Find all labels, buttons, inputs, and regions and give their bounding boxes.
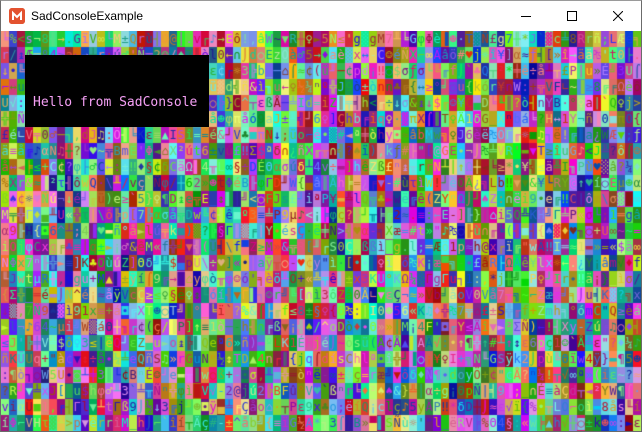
caption-buttons	[503, 1, 641, 31]
window-title: SadConsoleExample	[31, 9, 144, 23]
close-button[interactable]	[595, 1, 641, 31]
app-window: SadConsoleExample Hello from SadConsole	[0, 0, 642, 432]
maximize-icon	[567, 11, 577, 21]
maximize-button[interactable]	[549, 1, 595, 31]
monogame-icon[interactable]	[9, 8, 25, 24]
close-icon	[613, 11, 623, 21]
hello-text: Hello from SadConsole	[33, 95, 198, 110]
minimize-icon	[521, 16, 531, 17]
title-bar[interactable]: SadConsoleExample	[1, 1, 641, 31]
hello-console-panel	[25, 55, 209, 127]
minimize-button[interactable]	[503, 1, 549, 31]
